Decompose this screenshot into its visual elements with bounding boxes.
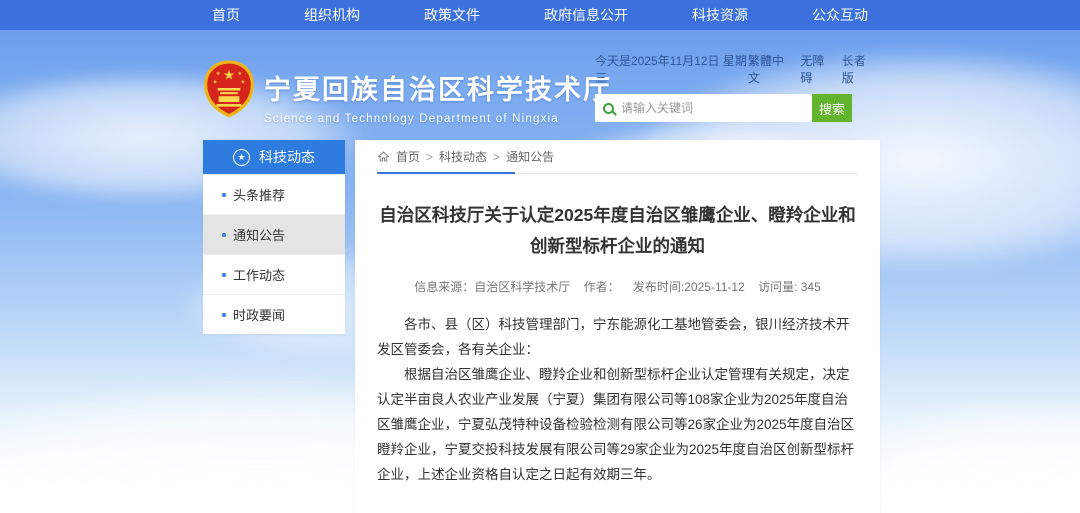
header-utilities: 今天是2025年11月12日 星期三 繁體中文 无障碍 长者版 搜索: [595, 52, 875, 122]
nav-item-home[interactable]: 首页: [212, 5, 240, 25]
nav-item-organization[interactable]: 组织机构: [304, 5, 360, 25]
article-paragraph: 根据自治区雏鹰企业、瞪羚企业和创新型标杆企业认定管理有关规定，决定认定半亩良人农…: [377, 363, 858, 488]
article-meta: 信息来源：自治区科学技术厅 作者： 发布时间:2025-11-12 访问量: 3…: [377, 278, 858, 295]
sidebar-item-label: 时政要闻: [233, 305, 285, 324]
article-paragraph: 各市、县（区）科技管理部门，宁东能源化工基地管委会，银川经济技术开发区管委会，各…: [377, 313, 858, 363]
svg-text:★: ★: [223, 68, 235, 83]
sidebar-item-headline-recommend[interactable]: 头条推荐: [203, 174, 345, 214]
svg-text:★: ★: [241, 79, 246, 85]
bullet-dot-icon: [222, 233, 226, 237]
svg-text:★: ★: [216, 71, 221, 77]
page-background: 首页 组织机构 政策文件 政府信息公开 科技资源 公众互动 ★ ★ ★ ★ ★ …: [0, 0, 1080, 513]
article-title: 自治区科技厅关于认定2025年度自治区雏鹰企业、瞪羚企业和创新型标杆企业的通知: [377, 200, 858, 261]
breadcrumb-home[interactable]: 首页: [396, 148, 420, 165]
home-icon: [377, 150, 390, 163]
svg-text:★: ★: [238, 71, 243, 77]
sidebar-item-work-updates[interactable]: 工作动态: [203, 254, 345, 294]
article-body: 各市、县（区）科技管理部门，宁东能源化工基地管委会，银川经济技术开发区管委会，各…: [377, 313, 858, 488]
sidebar-item-notices[interactable]: 通知公告: [203, 214, 345, 254]
sidebar-title: 科技动态: [259, 147, 315, 167]
article-source: 信息来源：自治区科学技术厅: [414, 280, 570, 294]
breadcrumb-separator: >: [426, 150, 433, 164]
svg-text:★: ★: [213, 79, 218, 85]
article-visit-count: 访问量: 345: [758, 280, 821, 294]
top-navigation: 首页 组织机构 政策文件 政府信息公开 科技资源 公众互动: [0, 0, 1080, 30]
search-icon: [603, 103, 614, 114]
content-area: ★ 科技动态 头条推荐 通知公告 工作动态 时政要闻: [203, 140, 880, 513]
breadcrumb-tech-news[interactable]: 科技动态: [439, 148, 487, 165]
sidebar-item-label: 头条推荐: [233, 185, 285, 204]
link-accessibility[interactable]: 无障碍: [800, 52, 833, 86]
search-input[interactable]: [621, 101, 804, 115]
article-publish-time: 发布时间:2025-11-12: [633, 280, 745, 294]
nav-item-policy-documents[interactable]: 政策文件: [424, 5, 480, 25]
breadcrumb: 首页 > 科技动态 > 通知公告: [377, 140, 858, 174]
bullet-dot-icon: [222, 273, 226, 277]
current-date-text: 今天是2025年11月12日 星期三: [595, 52, 748, 86]
search-button[interactable]: 搜索: [812, 94, 852, 122]
site-search: 搜索: [595, 94, 852, 122]
bullet-dot-icon: [222, 193, 226, 197]
star-circle-icon: ★: [233, 149, 250, 166]
breadcrumb-notices[interactable]: 通知公告: [506, 148, 554, 165]
sidebar-header: ★ 科技动态: [203, 140, 345, 174]
nav-item-gov-info-disclosure[interactable]: 政府信息公开: [544, 5, 628, 25]
sidebar: ★ 科技动态 头条推荐 通知公告 工作动态 时政要闻: [203, 140, 345, 334]
sidebar-item-political-news[interactable]: 时政要闻: [203, 294, 345, 334]
link-elder-version[interactable]: 长者版: [842, 52, 875, 86]
article-author: 作者：: [584, 280, 620, 294]
link-traditional-chinese[interactable]: 繁體中文: [748, 52, 792, 86]
sidebar-item-label: 通知公告: [233, 225, 285, 244]
bullet-dot-icon: [222, 313, 226, 317]
nav-item-public-interaction[interactable]: 公众互动: [812, 5, 868, 25]
sidebar-item-label: 工作动态: [233, 265, 285, 284]
nav-item-tech-resources[interactable]: 科技资源: [692, 5, 748, 25]
breadcrumb-separator: >: [493, 150, 500, 164]
national-emblem-logo: ★ ★ ★ ★ ★: [203, 60, 255, 118]
main-panel: 首页 > 科技动态 > 通知公告 自治区科技厅关于认定2025年度自治区雏鹰企业…: [355, 140, 880, 513]
